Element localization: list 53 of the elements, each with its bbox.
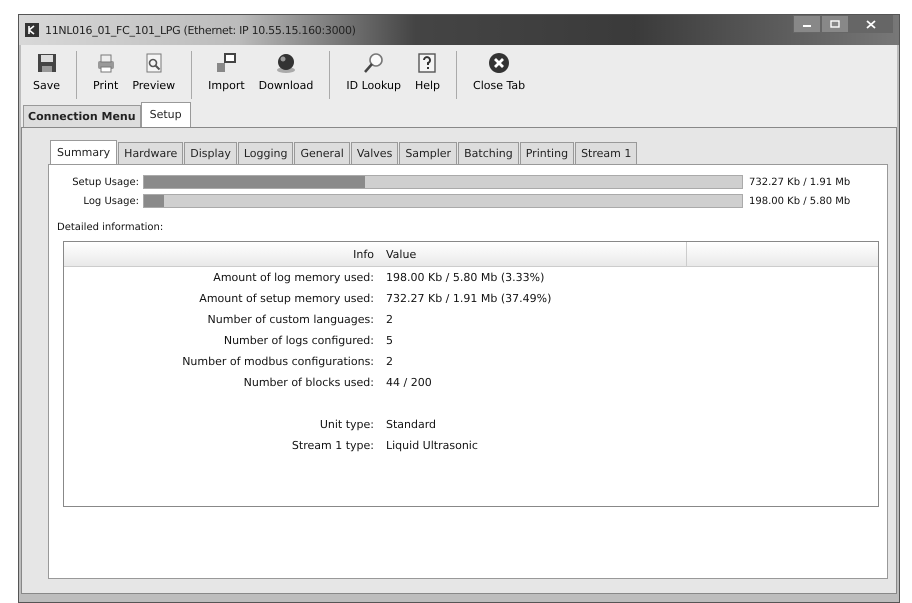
table-cell-text: 198.00 Kb / 5.80 Mb (3.33%)	[385, 271, 546, 284]
toolbar-button[interactable]: Preview	[126, 51, 182, 99]
table-cell-text: Number of modbus configurations:	[181, 355, 375, 368]
app-icon	[25, 23, 39, 37]
toolbar-button[interactable]: Help	[408, 51, 446, 99]
minimize-button[interactable]	[793, 15, 821, 33]
table-cell-text: Number of custom languages:	[206, 313, 375, 326]
tab[interactable]: Connection Menu	[23, 105, 141, 127]
toolbar-button[interactable]: Save	[27, 51, 66, 99]
table-cell-text: Unit type:	[318, 418, 375, 431]
table-cell-text: Number of blocks used:	[242, 376, 375, 389]
table-cell-text: 2	[385, 355, 394, 368]
tab[interactable]: Stream 1	[575, 142, 638, 164]
toolbar-button[interactable]: Import	[202, 51, 251, 99]
table-cell-text: 2	[385, 313, 394, 326]
tab[interactable]: Summary	[50, 140, 118, 164]
table-cell-text: Amount of setup memory used:	[198, 292, 375, 305]
tab[interactable]: Hardware	[118, 142, 184, 164]
tab[interactable]: Sampler	[399, 142, 458, 164]
tab[interactable]: Setup	[140, 102, 191, 127]
maximize-button[interactable]	[821, 15, 849, 33]
import-icon	[214, 51, 238, 75]
usage-reading: 732.27 Kb / 1.91 Mb	[748, 176, 852, 188]
table-cell-text: Standard	[385, 418, 438, 431]
tab[interactable]: General	[294, 142, 350, 164]
column-header: Info	[352, 248, 375, 260]
usage-reading: 198.00 Kb / 5.80 Mb	[748, 196, 852, 206]
tab[interactable]: Valves	[350, 142, 398, 164]
maximize-icon	[830, 20, 840, 28]
column-header: Value	[382, 242, 687, 266]
window-title: 11NL016_01_FC_101_LPG (Ethernet: IP 10.55.15.160:3000)	[45, 24, 356, 36]
toolbar-button[interactable]: Print	[87, 51, 124, 99]
table-cell-text: 732.27 Kb / 1.91 Mb (37.49%)	[385, 292, 552, 305]
table-cell-text: Amount of log memory used:	[212, 271, 375, 284]
close-button[interactable]	[849, 15, 893, 33]
toolbar-button[interactable]: Download	[252, 51, 320, 99]
table-cell-text: Stream 1 type:	[290, 439, 375, 452]
search-icon	[362, 51, 386, 75]
toolbar-button[interactable]: ID Lookup	[340, 51, 407, 99]
table-cell-text: 44 / 200	[385, 376, 433, 389]
close-icon	[487, 51, 512, 75]
tab[interactable]: Display	[184, 142, 237, 164]
table-cell-text: Number of logs configured:	[222, 334, 375, 347]
section-label: Detailed information:	[57, 222, 164, 233]
usage-label: Setup Usage:	[71, 176, 139, 188]
usage-label: Log Usage:	[82, 196, 139, 206]
table-cell-text: 5	[385, 334, 394, 347]
tab[interactable]: Batching	[458, 142, 519, 164]
toolbar-button[interactable]: Close Tab	[467, 51, 532, 99]
close-icon	[866, 20, 876, 28]
table-cell-text: Liquid Ultrasonic	[385, 439, 479, 452]
tab[interactable]: Logging	[238, 142, 294, 164]
tab[interactable]: Printing	[520, 142, 574, 164]
